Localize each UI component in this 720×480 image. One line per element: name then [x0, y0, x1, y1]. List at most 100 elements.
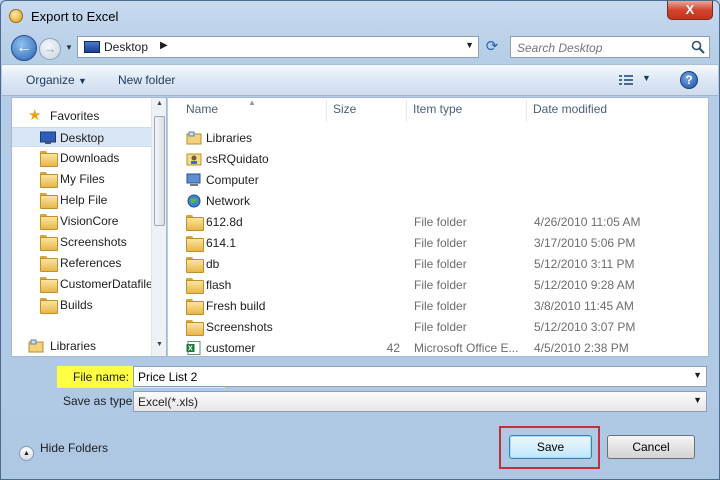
file-row[interactable]: 614.1 File folder 3/17/2010 5:06 PM	[180, 233, 690, 254]
file-row[interactable]: Fresh build File folder 3/8/2010 11:45 AM	[180, 296, 690, 317]
file-name-combobox[interactable]: ▼	[133, 366, 707, 387]
file-name-cell: 612.8d	[206, 215, 243, 229]
folder-icon	[40, 235, 58, 251]
save-type-label: Save as type:	[63, 394, 136, 408]
file-row[interactable]: Xcustomer 42 KB Microsoft Office E... 4/5/2…	[180, 338, 690, 356]
sidebar-item-customerdatafile[interactable]: CustomerDatafile	[12, 274, 153, 294]
file-row[interactable]: db File folder 5/12/2010 3:11 PM	[180, 254, 690, 275]
file-row[interactable]: Screenshots File folder 5/12/2010 3:07 PM	[180, 317, 690, 338]
search-input[interactable]	[517, 40, 677, 55]
desktop-location-icon	[84, 41, 100, 53]
view-dropdown-icon[interactable]: ▼	[642, 73, 651, 83]
folder-icon	[186, 215, 204, 231]
save-button[interactable]: Save	[509, 435, 592, 459]
export-dialog: Export to Excel X ← → ▼ Desktop ▶ ▼ ⟳ Or…	[0, 0, 720, 480]
sidebar-item-screenshots[interactable]: Screenshots	[12, 232, 152, 252]
file-name-cell: Screenshots	[206, 320, 273, 334]
view-options-icon[interactable]	[619, 74, 635, 87]
folder-icon	[40, 193, 58, 209]
back-button[interactable]: ←	[11, 35, 37, 61]
file-row[interactable]: 612.8d File folder 4/26/2010 11:05 AM	[180, 212, 690, 233]
collapse-up-icon: ▲	[19, 446, 34, 461]
folder-icon	[186, 215, 204, 231]
history-dropdown-icon[interactable]: ▼	[63, 41, 75, 55]
excel-file-icon: X	[186, 341, 201, 355]
sidebar-item-builds[interactable]: Builds	[12, 295, 152, 315]
folder-icon	[40, 235, 58, 251]
file-row[interactable]: csRQuidato	[180, 149, 690, 170]
folder-icon	[186, 278, 204, 294]
sidebar-item-label: VisionCore	[60, 214, 119, 228]
column-header-size[interactable]: Size	[333, 102, 356, 116]
sidebar-item-label: CustomerDatafile	[60, 277, 153, 291]
favorites-label: Favorites	[50, 109, 100, 123]
forward-button[interactable]: →	[39, 38, 61, 60]
file-type-cell: File folder	[414, 257, 467, 271]
folder-icon	[40, 277, 58, 293]
sidebar-item-visioncore[interactable]: VisionCore	[12, 211, 152, 231]
column-header-date[interactable]: Date modified	[533, 102, 607, 116]
sidebar-item-desktop[interactable]: Desktop	[12, 127, 152, 147]
file-date-cell: 5/12/2010 9:28 AM	[534, 278, 635, 292]
scroll-up-icon[interactable]: ▲	[154, 100, 165, 112]
libraries-icon	[186, 131, 202, 145]
sidebar-item-downloads[interactable]: Downloads	[12, 148, 152, 168]
column-divider[interactable]	[326, 100, 327, 122]
organize-button[interactable]: Organize ▼	[26, 73, 87, 87]
file-row[interactable]: Computer	[180, 170, 690, 191]
folder-icon	[40, 256, 58, 272]
sidebar-item-label: Help File	[60, 193, 108, 207]
folder-icon	[186, 299, 204, 315]
file-name-cell: Fresh build	[206, 299, 266, 313]
file-name-input[interactable]	[138, 369, 638, 385]
sidebar-item-label: Desktop	[60, 131, 105, 145]
file-row[interactable]: Libraries	[180, 128, 690, 149]
sidebar-item-my-files[interactable]: My Files	[12, 169, 152, 189]
file-date-cell: 4/26/2010 11:05 AM	[534, 215, 641, 229]
sidebar-item-label: My Files	[60, 172, 105, 186]
breadcrumb-desktop[interactable]: Desktop	[104, 40, 148, 54]
save-type-dropdown-icon[interactable]: ▼	[693, 395, 702, 405]
file-date-cell: 4/5/2010 2:38 PM	[534, 341, 629, 355]
help-icon[interactable]: ?	[680, 71, 698, 89]
sidebar-item-help-file[interactable]: Help File	[12, 190, 152, 210]
cancel-button[interactable]: Cancel	[607, 435, 695, 459]
file-name-cell: csRQuidato	[206, 152, 269, 166]
sort-ascending-icon: ▲	[248, 98, 256, 107]
column-divider[interactable]	[526, 100, 527, 122]
file-row[interactable]: flash File folder 5/12/2010 9:28 AM	[180, 275, 690, 296]
address-bar[interactable]: Desktop ▶ ▼	[77, 36, 479, 58]
close-button[interactable]: X	[667, 1, 713, 20]
scroll-down-icon[interactable]: ▼	[154, 341, 165, 353]
address-dropdown-icon[interactable]: ▼	[465, 40, 474, 50]
sidebar-item-libraries[interactable]: Libraries	[12, 336, 152, 356]
column-header-type[interactable]: Item type	[413, 102, 462, 116]
search-box[interactable]	[510, 36, 710, 58]
file-date-cell: 3/8/2010 11:45 AM	[534, 299, 634, 313]
favorites-header[interactable]: ★ Favorites	[12, 106, 152, 126]
dialog-title: Export to Excel	[31, 9, 119, 24]
search-icon[interactable]	[691, 40, 705, 54]
file-row[interactable]: Network	[180, 191, 690, 212]
navigation-scrollbar[interactable]: ▲ ▼	[151, 98, 166, 356]
computer-icon	[186, 173, 201, 186]
navigation-pane: ★ Favorites Desktop Downloads My Files Help…	[11, 97, 167, 357]
column-divider[interactable]	[406, 100, 407, 122]
new-folder-button[interactable]: New folder	[118, 73, 175, 87]
network-icon	[187, 194, 201, 208]
breadcrumb-arrow-icon[interactable]: ▶	[160, 40, 168, 51]
folder-icon	[40, 172, 58, 188]
file-name-dropdown-icon[interactable]: ▼	[693, 370, 702, 380]
hide-folders-button[interactable]: ▲ Hide Folders	[19, 441, 108, 461]
sidebar-item-references[interactable]: References	[12, 253, 152, 273]
file-date-cell: 3/17/2010 5:06 PM	[534, 236, 636, 250]
refresh-icon[interactable]: ⟳	[481, 36, 503, 58]
chevron-down-icon: ▼	[78, 76, 87, 86]
save-type-select[interactable]: Excel(*.xls) ▼	[133, 391, 707, 412]
folder-icon	[40, 256, 58, 272]
file-size-cell: 42 KB	[386, 341, 400, 355]
folder-icon	[40, 277, 58, 293]
scrollbar-thumb[interactable]	[154, 116, 165, 226]
column-header-name[interactable]: Name	[186, 102, 218, 116]
user-folder-icon	[186, 153, 202, 166]
